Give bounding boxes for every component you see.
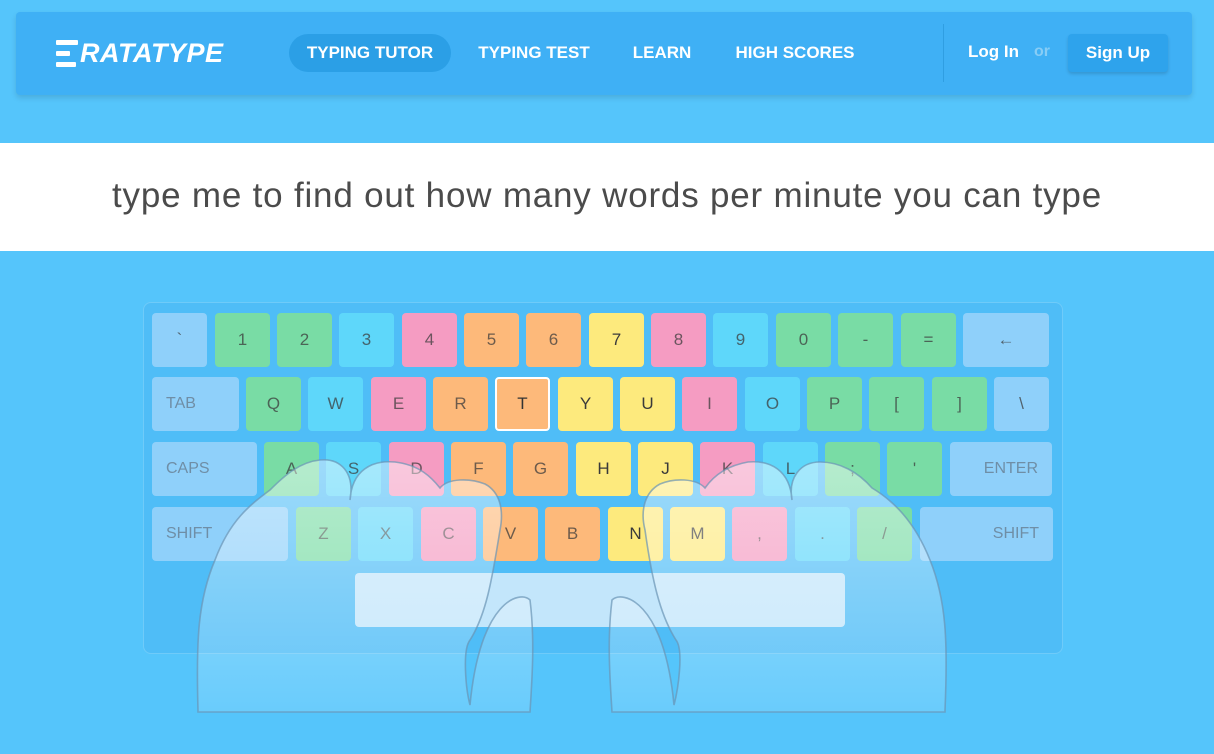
login-link[interactable]: Log In <box>968 42 1019 62</box>
key-7: 7 <box>589 313 644 367</box>
nav-typing-tutor[interactable]: TYPING TUTOR <box>289 34 451 72</box>
key-t: T <box>495 377 550 431</box>
ratatype-logo[interactable]: RATATYPE <box>56 38 224 68</box>
key-comma: , <box>732 507 787 561</box>
key-o: O <box>745 377 800 431</box>
key-l: L <box>763 442 818 496</box>
key-5: 5 <box>464 313 519 367</box>
key-h: H <box>576 442 631 496</box>
key-8: 8 <box>651 313 706 367</box>
key-period: . <box>795 507 850 561</box>
key-tab: TAB <box>152 377 239 431</box>
key-x: X <box>358 507 413 561</box>
key-4: 4 <box>402 313 457 367</box>
key-2: 2 <box>277 313 332 367</box>
key-shift-right: SHIFT <box>920 507 1053 561</box>
key-m: M <box>670 507 725 561</box>
nav-typing-test[interactable]: TYPING TEST <box>467 34 601 72</box>
key-3: 3 <box>339 313 394 367</box>
key-9: 9 <box>713 313 768 367</box>
key-u: U <box>620 377 675 431</box>
key-k: K <box>700 442 755 496</box>
nav-learn[interactable]: LEARN <box>621 34 703 72</box>
typing-prompt-text[interactable]: type me to find out how many words per m… <box>0 176 1214 216</box>
key-z: Z <box>296 507 351 561</box>
key-g: G <box>513 442 568 496</box>
key-c: C <box>421 507 476 561</box>
signup-button[interactable]: Sign Up <box>1068 34 1168 72</box>
key-r: R <box>433 377 488 431</box>
key-enter: ENTER <box>950 442 1052 496</box>
key-caps: CAPS <box>152 442 257 496</box>
key-backspace: ← <box>963 313 1049 367</box>
nav-high-scores[interactable]: HIGH SCORES <box>723 34 867 72</box>
key-j: J <box>638 442 693 496</box>
key-v: V <box>483 507 538 561</box>
key-1: 1 <box>215 313 270 367</box>
key-s: S <box>326 442 381 496</box>
key-f: F <box>451 442 506 496</box>
key-6: 6 <box>526 313 581 367</box>
logo-text: RATATYPE <box>80 38 224 68</box>
key-shift-left: SHIFT <box>152 507 288 561</box>
key-quote: ' <box>887 442 942 496</box>
key-b: B <box>545 507 600 561</box>
key-minus: - <box>838 313 893 367</box>
logo-lines-icon <box>56 39 78 67</box>
key-left-bracket: [ <box>869 377 924 431</box>
key-a: A <box>264 442 319 496</box>
key-0: 0 <box>776 313 831 367</box>
key-equals: = <box>901 313 956 367</box>
key-p: P <box>807 377 862 431</box>
key-slash: / <box>857 507 912 561</box>
key-i: I <box>682 377 737 431</box>
key-semicolon: ; <box>825 442 880 496</box>
top-navigation-bar: RATATYPE TYPING TUTOR TYPING TEST LEARN … <box>16 12 1192 95</box>
key-e: E <box>371 377 426 431</box>
or-separator: or <box>1034 43 1050 60</box>
key-n: N <box>608 507 663 561</box>
key-y: Y <box>558 377 613 431</box>
nav-divider <box>943 24 944 82</box>
key-d: D <box>389 442 444 496</box>
key-w: W <box>308 377 363 431</box>
key-backslash: \ <box>994 377 1049 431</box>
key-right-bracket: ] <box>932 377 987 431</box>
spacebar-key <box>355 573 845 627</box>
key-q: Q <box>246 377 301 431</box>
key-backtick: ` <box>152 313 207 367</box>
